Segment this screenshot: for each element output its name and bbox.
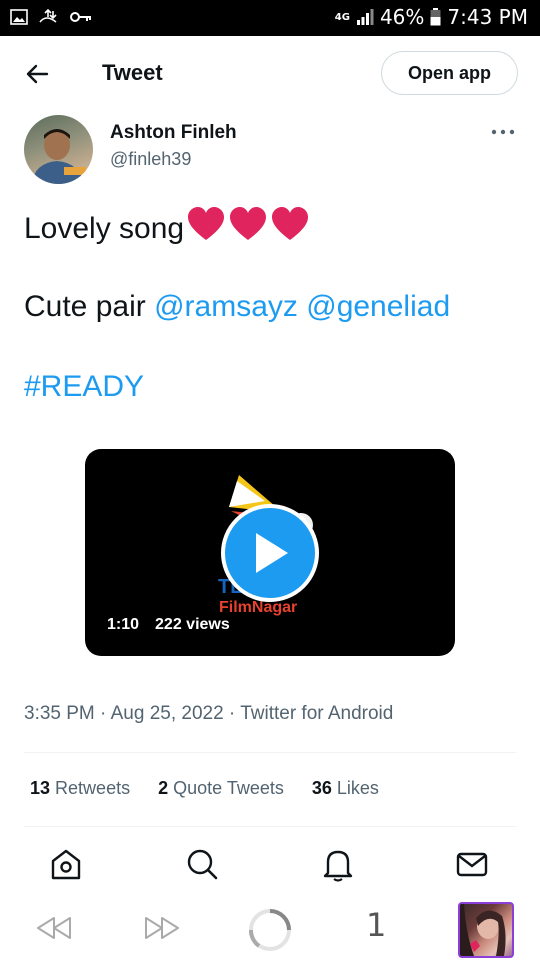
likes-label: Likes (336, 778, 379, 798)
key-icon (70, 10, 92, 24)
profile-thumbnail[interactable] (458, 902, 514, 958)
search-icon[interactable] (184, 846, 220, 882)
data-transfer-icon (38, 8, 60, 26)
likes-count: 36 (311, 778, 332, 798)
tweet-source[interactable]: Twitter for Android (240, 703, 393, 724)
top-header: Tweet Open app (0, 36, 540, 110)
retweets-count: 13 (30, 778, 51, 798)
tweet-text: Lovely song (24, 212, 185, 245)
video-player[interactable]: TELUGU FilmNagar 1:10 222 views (85, 449, 455, 656)
tweet-timestamp: 3:35 PM · Aug 25, 2022 · Twitter for And… (24, 703, 393, 725)
divider (24, 826, 516, 827)
heart-emoji-icon (186, 206, 226, 250)
likes-stat[interactable]: 36 Likes (312, 778, 379, 799)
meta-separator: · (94, 703, 111, 724)
heart-emoji-icon (228, 206, 268, 250)
status-bar: 4G 46% 7:43 PM (0, 0, 540, 36)
tweet-time: 3:35 PM (24, 703, 95, 724)
gallery-icon (10, 9, 28, 25)
play-icon (256, 533, 288, 573)
back-arrow-icon[interactable] (22, 58, 54, 90)
browser-toolbar: 1 (0, 896, 540, 960)
signal-icon (356, 8, 374, 26)
avatar[interactable] (24, 115, 93, 184)
tweet-text-line1: Lovely song (24, 206, 310, 250)
tab-count[interactable]: 1 (366, 906, 386, 944)
battery-percent: 46% (379, 5, 425, 29)
rewind-icon[interactable] (34, 914, 74, 947)
mention-link[interactable]: @ramsayz (154, 290, 298, 323)
clock: 7:43 PM (447, 5, 528, 29)
divider (24, 752, 516, 753)
battery-icon (430, 8, 441, 26)
retweets-stat[interactable]: 13 Retweets (30, 778, 130, 799)
messages-icon[interactable] (454, 846, 490, 882)
author-name[interactable]: Ashton Finleh (110, 122, 237, 144)
loading-spinner-icon[interactable] (247, 907, 293, 958)
fast-forward-icon[interactable] (142, 914, 182, 947)
author-handle[interactable]: @finleh39 (110, 149, 191, 170)
tweet-text-line3: #READY (24, 370, 144, 404)
quote-count: 2 (158, 778, 169, 798)
notifications-icon[interactable] (320, 846, 356, 882)
tweet-stats: 13 Retweets 2 Quote Tweets 36 Likes (30, 778, 379, 799)
tweet-text-line2: Cute pair @ramsayz @geneliad (24, 290, 450, 324)
more-options-icon[interactable] (490, 122, 516, 142)
play-button[interactable] (221, 504, 319, 602)
heart-emoji-icon (270, 206, 310, 250)
video-views: 222 views (155, 616, 230, 633)
tweet-text: Cute pair (24, 290, 155, 323)
bottom-navigation (0, 830, 540, 896)
logo-text: FilmNagar (219, 599, 298, 616)
open-app-button[interactable]: Open app (381, 51, 518, 95)
meta-separator: · (223, 703, 241, 724)
home-icon[interactable] (48, 846, 84, 882)
quote-label: Quote Tweets (173, 778, 284, 798)
tweet-date: Aug 25, 2022 (110, 703, 224, 724)
mention-link[interactable]: @geneliad (306, 290, 450, 323)
quote-tweets-stat[interactable]: 2 Quote Tweets (158, 778, 284, 799)
page-title: Tweet (102, 60, 163, 85)
retweets-label: Retweets (55, 778, 131, 798)
video-meta: 1:10 222 views (107, 616, 230, 634)
network-type: 4G (334, 11, 350, 23)
hashtag-link[interactable]: #READY (24, 370, 144, 403)
video-duration: 1:10 (107, 616, 140, 633)
